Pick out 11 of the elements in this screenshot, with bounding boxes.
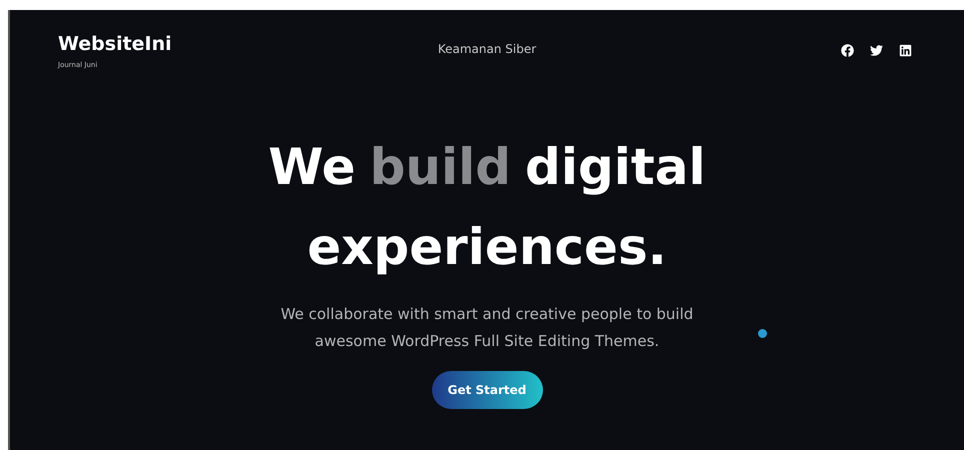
facebook-icon[interactable] [840, 44, 854, 57]
headline-word: We [268, 137, 356, 198]
twitter-icon[interactable] [870, 44, 883, 57]
description: We collaborate with smart and creative people to build awesome WordPress Full Site Editing Themes. [280, 304, 694, 352]
headline-word: build [370, 137, 512, 198]
site-title[interactable]: WebsiteIni [58, 32, 258, 56]
nav-link[interactable]: Keamanan Siber [438, 40, 536, 58]
headline-word: digital [525, 137, 706, 198]
linkedin-icon[interactable] [898, 44, 912, 57]
headline: experiences. [307, 217, 667, 278]
get-started-button[interactable]: Get Started [432, 371, 542, 409]
